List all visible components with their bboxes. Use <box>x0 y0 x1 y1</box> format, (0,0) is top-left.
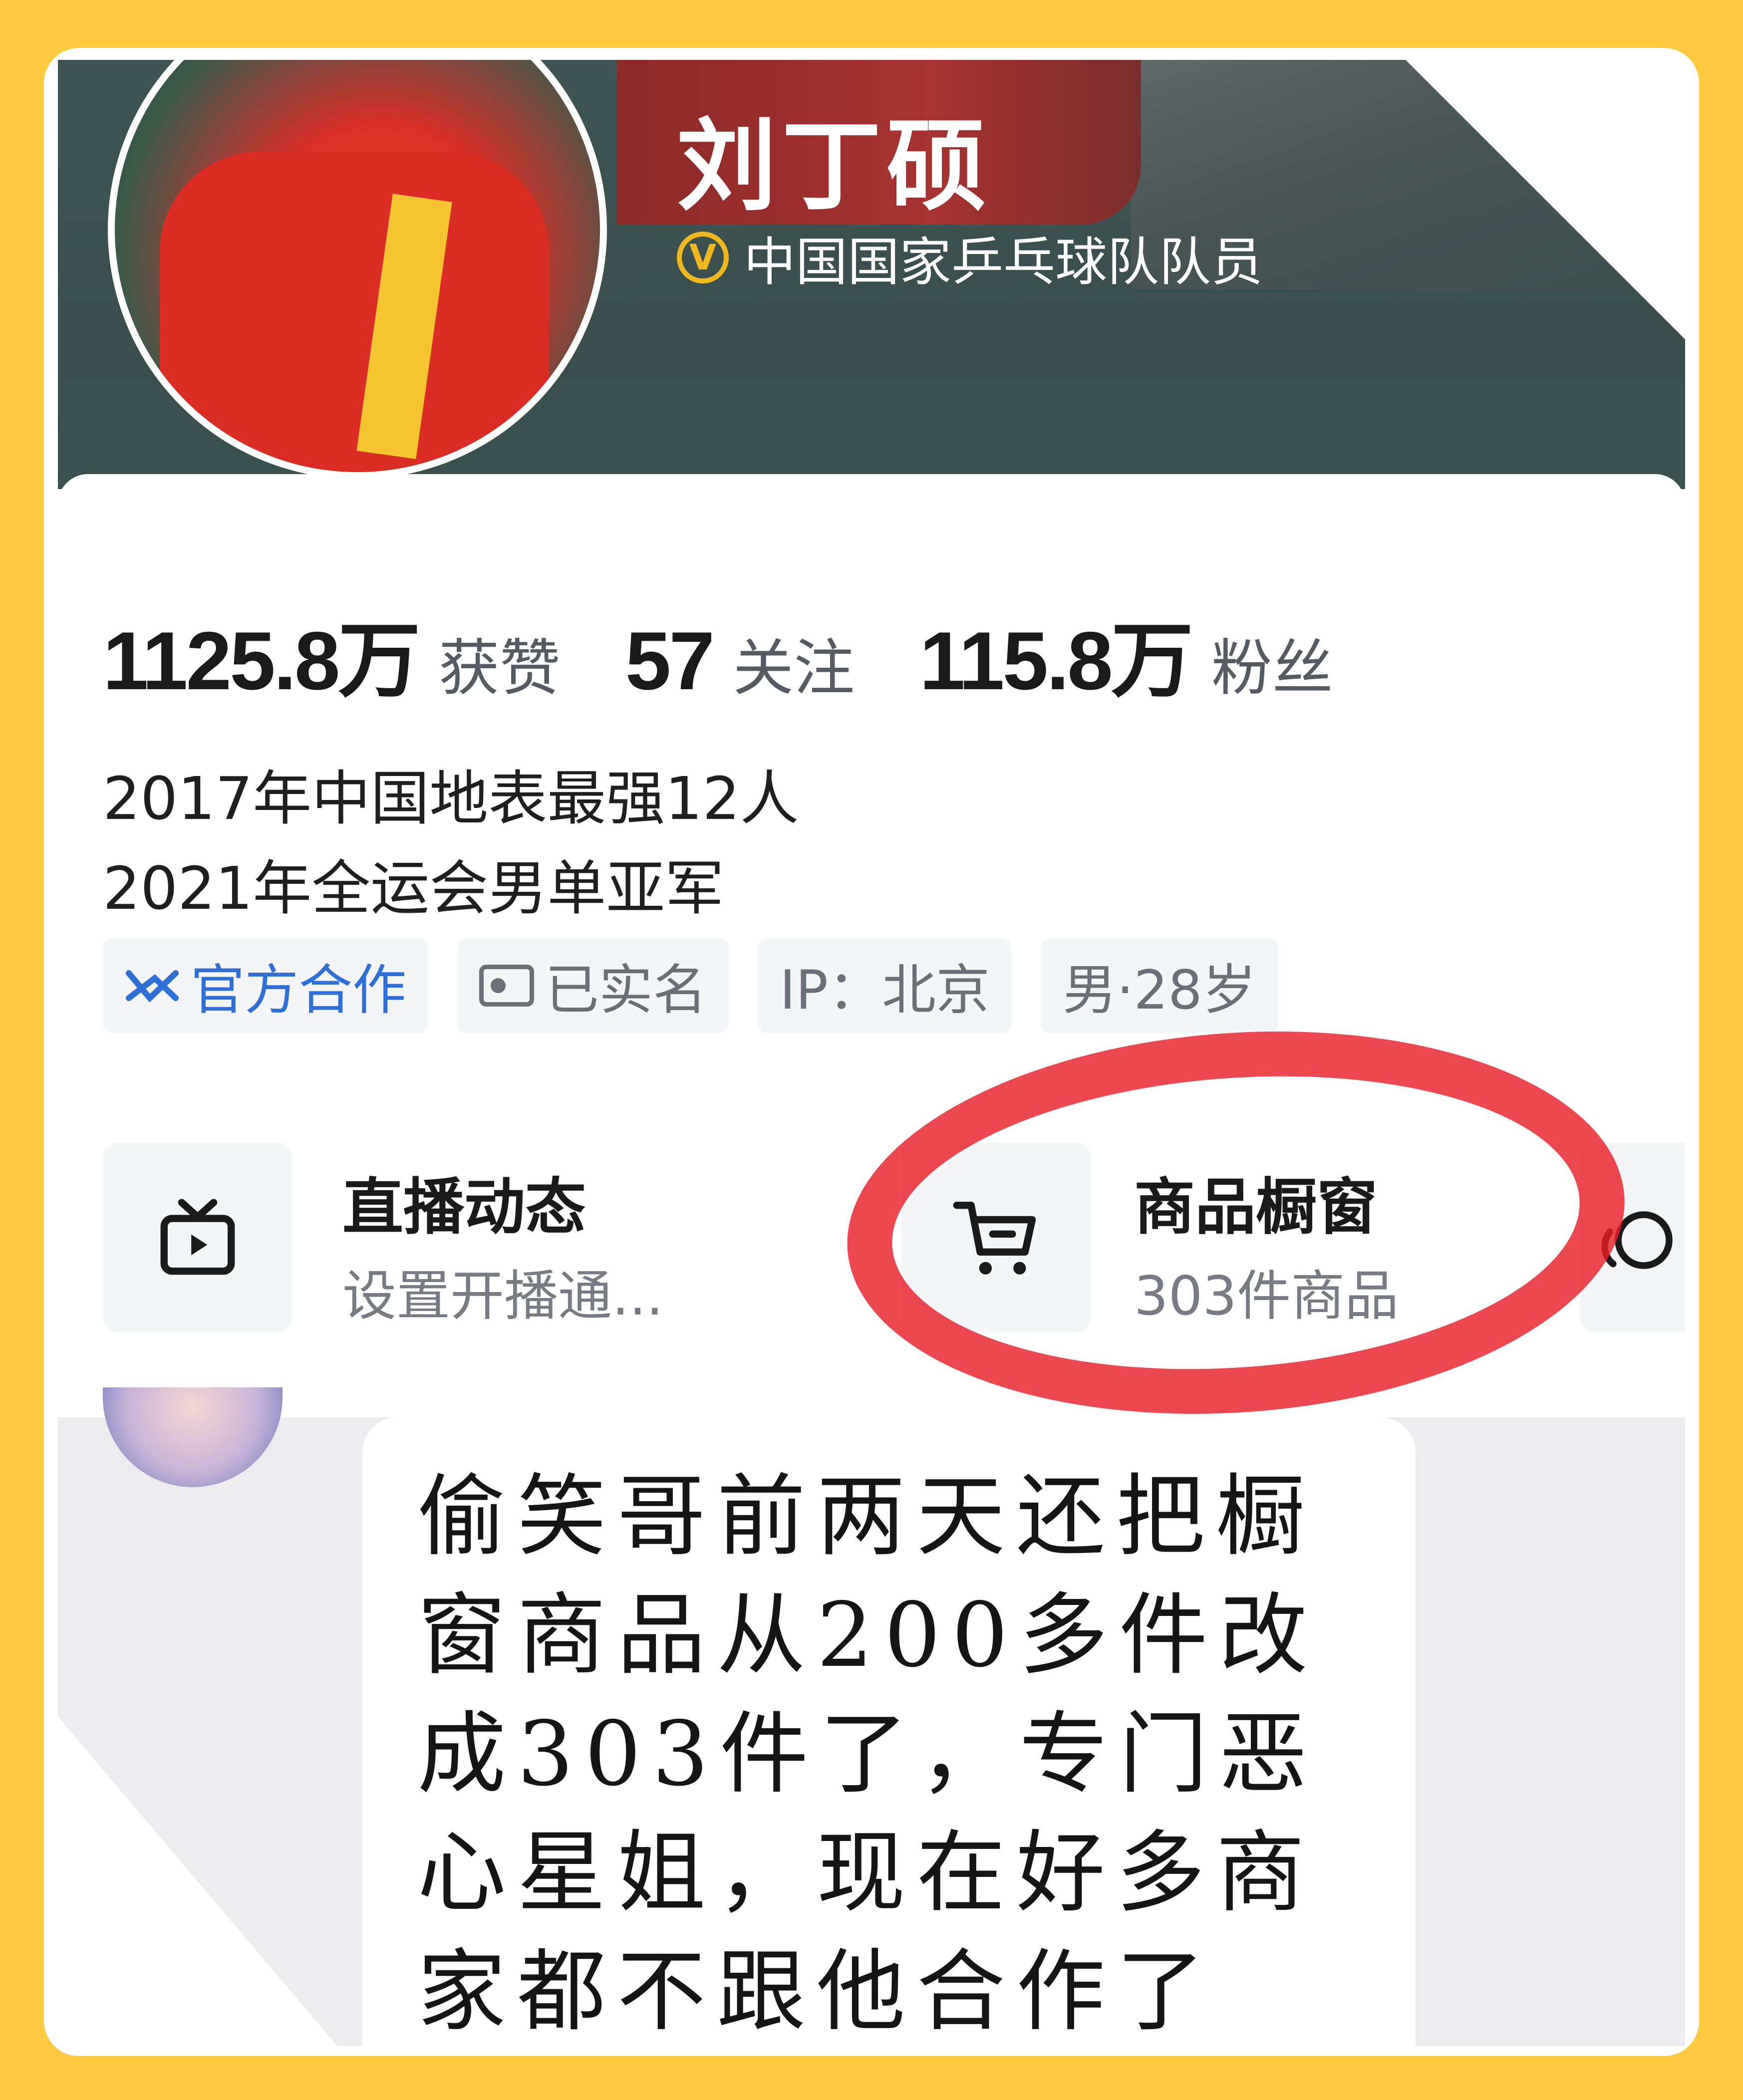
profile-info-panel: 1125.8万 获赞 57 关注 115.8万 粉丝 2017年中国地表最强12… <box>58 474 1685 1412</box>
comment-text: 偷笑哥前两天还把橱窗商品从200多件改成303件了，专门恶心星姐，现在好多商家都… <box>417 1465 1319 2043</box>
tag-gender-age: 男·28岁 <box>1041 938 1278 1033</box>
stat-label: 关注 <box>733 633 855 704</box>
tag-label: 官方合作 <box>191 959 407 1022</box>
avatar[interactable] <box>108 60 607 479</box>
id-card-icon <box>479 965 535 1007</box>
stat-value: 57 <box>625 615 715 707</box>
message-tile-icon-box <box>1580 1143 1685 1332</box>
shop-tile-subtitle: 303件商品 <box>1134 1265 1399 1327</box>
stat-value: 1125.8万 <box>103 615 421 707</box>
shop-tile-icon-box <box>901 1143 1091 1332</box>
stat-followers[interactable]: 115.8万 粉丝 <box>919 594 1333 713</box>
tag-label: 男·28岁 <box>1063 959 1256 1022</box>
comment-section: 偷笑哥前两天还把橱窗商品从200多件改成303件了，专门恶心星姐，现在好多商家都… <box>58 1387 1685 2046</box>
commenter-avatar[interactable] <box>103 1387 283 1487</box>
bio-line: 2017年中国地表最强12人 <box>103 764 799 833</box>
live-tile-icon-box <box>103 1143 292 1332</box>
stat-label: 获赞 <box>438 633 561 704</box>
stat-likes[interactable]: 1125.8万 获赞 <box>103 594 561 713</box>
live-tile-subtitle: 设置开播通... <box>342 1265 663 1327</box>
tag-ip: IP：北京 <box>758 938 1012 1033</box>
feature-tiles: 直播动态 设置开播通... 商品橱窗 303件商品 <box>103 1143 1685 1332</box>
stat-following[interactable]: 57 关注 <box>625 614 855 708</box>
profile-tags: 官方合作 已实名 IP：北京 男·28岁 <box>103 938 1278 1033</box>
stats-row: 1125.8万 获赞 57 关注 115.8万 粉丝 <box>103 594 1398 713</box>
live-tile-title: 直播动态 <box>342 1172 586 1243</box>
tag-official-cooperation[interactable]: 官方合作 <box>103 938 429 1033</box>
profile-name: 刘丁硕 <box>677 108 992 225</box>
tag-real-name: 已实名 <box>457 938 729 1033</box>
profile-banner: 刘丁硕 V 中国国家乒乓球队队员 <box>58 60 1685 489</box>
profile-screenshot: 刘丁硕 V 中国国家乒乓球队队员 1125.8万 获赞 57 关注 115.8万… <box>58 60 1685 2046</box>
verified-icon: V <box>677 231 729 283</box>
tv-icon <box>160 1199 235 1275</box>
bio: 2017年中国地表最强12人 2021年全运会男单亚军 <box>103 754 799 933</box>
tag-label: IP：北京 <box>780 959 990 1022</box>
post-card: 刘丁硕 V 中国国家乒乓球队队员 1125.8万 获赞 57 关注 115.8万… <box>44 48 1699 2056</box>
verification-text: 中国国家乒乓球队队员 <box>744 232 1263 292</box>
tag-label: 已实名 <box>545 959 707 1022</box>
shopping-cart-icon <box>953 1202 1036 1275</box>
chat-icon <box>1601 1211 1673 1269</box>
shop-tile-title: 商品橱窗 <box>1134 1172 1378 1243</box>
stat-label: 粉丝 <box>1211 633 1333 704</box>
stat-value: 115.8万 <box>919 615 1193 707</box>
bio-line: 2021年全运会男单亚军 <box>103 854 724 923</box>
verification-line: V 中国国家乒乓球队队员 <box>677 220 1263 295</box>
comment-bubble: 偷笑哥前两天还把橱窗商品从200多件改成303件了，专门恶心星姐，现在好多商家都… <box>362 1417 1416 2046</box>
official-cooperation-icon <box>126 970 179 1003</box>
